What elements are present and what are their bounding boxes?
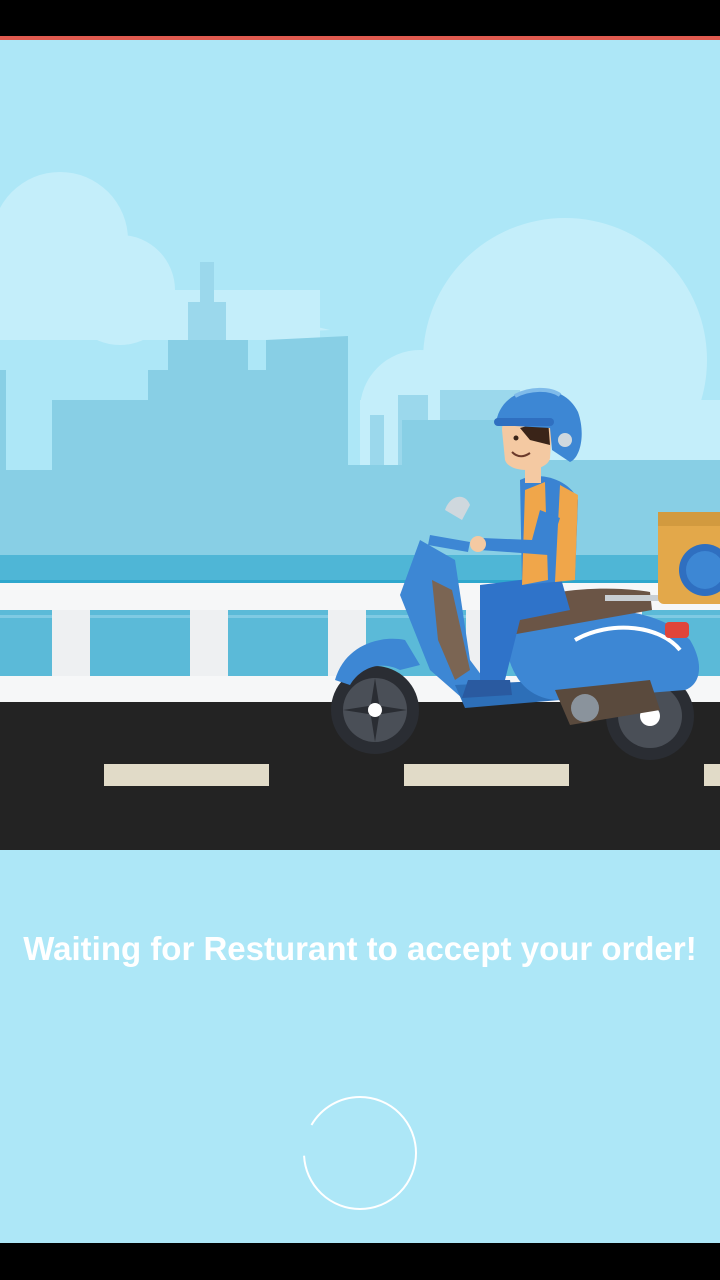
order-status-message: Waiting for Resturant to accept your ord… [23, 930, 697, 967]
status-bar [0, 0, 720, 36]
navigation-bar [0, 1243, 720, 1280]
waiting-screen: Waiting for Resturant to accept your ord… [0, 40, 720, 1243]
app-screen: Waiting for Resturant to accept your ord… [0, 0, 720, 1280]
delivery-illustration [0, 40, 720, 850]
loading-spinner-icon [303, 1096, 417, 1210]
